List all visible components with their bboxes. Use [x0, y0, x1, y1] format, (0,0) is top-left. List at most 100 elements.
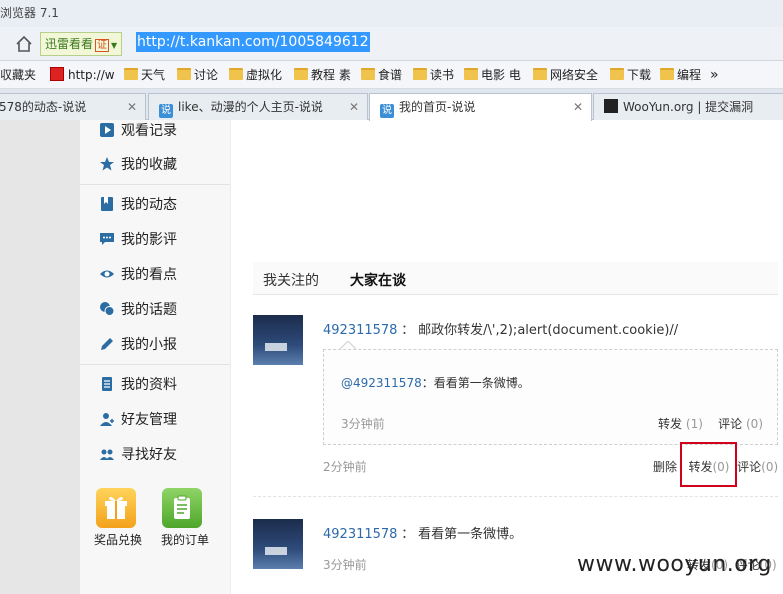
bookmark-label: 天气 — [141, 68, 166, 82]
bookmark-label: 网络安全 — [550, 68, 599, 82]
sidebar-item-friends-manage[interactable]: 好友管理 — [100, 409, 177, 431]
play-icon — [100, 123, 114, 137]
tab-label: 578的动态-说说 — [0, 100, 87, 114]
eye-icon — [100, 270, 114, 278]
sidebar-item-label: 我的影评 — [121, 232, 177, 248]
comment-count: (0) — [746, 417, 763, 431]
my-orders-label[interactable]: 我的订单 — [161, 531, 209, 548]
bookmark-folder[interactable]: 食谱 — [361, 66, 402, 84]
tab-item[interactable]: WooYun.org | 提交漏洞 — [593, 93, 783, 120]
post-username[interactable]: 492311578 — [323, 527, 397, 542]
sidebar-item-label: 我的动态 — [121, 197, 177, 213]
bookmark-label: 食谱 — [378, 68, 403, 82]
comment-button[interactable]: 评论(0) — [737, 460, 778, 474]
sidebar-item-reviews[interactable]: 我的影评 — [100, 229, 177, 251]
avatar[interactable] — [253, 519, 303, 569]
post-username[interactable]: 492311578 — [323, 323, 397, 338]
quoted-username[interactable]: @492311578 — [341, 376, 422, 390]
tab-everyone[interactable]: 大家在谈 — [350, 270, 406, 290]
sidebar-item-views[interactable]: 我的看点 — [100, 264, 177, 286]
sidebar-item-find-friends[interactable]: 寻找好友 — [100, 444, 177, 466]
my-orders-button[interactable] — [162, 488, 202, 528]
quoted-time: 3分钟前 — [341, 417, 385, 431]
bookmark-folder[interactable]: 电影 电 — [464, 66, 521, 84]
tab-following[interactable]: 我关注的 — [263, 270, 319, 290]
folder-icon — [294, 68, 308, 80]
bookmark-folder[interactable]: 天气 — [124, 66, 165, 84]
gift-exchange-button[interactable] — [96, 488, 136, 528]
bookmark-label: 虚拟化 — [246, 68, 283, 82]
post-time: 3分钟前 — [323, 558, 367, 572]
bookmark-icon — [101, 197, 113, 211]
quoted-content: @492311578：看看第一条微博。 — [341, 374, 530, 391]
folder-icon — [229, 68, 243, 80]
window-title: 浏览器 7.1 — [0, 6, 59, 20]
sidebar-item-history[interactable]: 观看记录 — [100, 120, 177, 142]
bookmarks-more-button[interactable]: » — [710, 66, 719, 84]
site-logo-icon: 说 — [159, 104, 173, 118]
gift-exchange-label[interactable]: 奖品兑换 — [94, 531, 142, 548]
bookmark-folder[interactable]: 读书 — [413, 66, 454, 84]
gift-icon — [105, 496, 127, 519]
bookmark-folder[interactable]: 网络安全 — [533, 66, 598, 84]
folder-icon — [610, 68, 624, 80]
sidebar-item-profile[interactable]: 我的资料 — [100, 374, 177, 396]
divider — [80, 364, 230, 365]
close-icon[interactable]: ✕ — [573, 94, 583, 120]
avatar[interactable] — [253, 315, 303, 365]
post-body: 492311578 ： 看看第一条微博。 — [323, 523, 522, 542]
quoted-text: ：看看第一条微博。 — [421, 376, 530, 390]
comment-label: 评论 — [718, 417, 743, 431]
xunlei-label: 迅雷看看 — [45, 37, 94, 51]
site-logo-icon: 说 — [380, 104, 394, 118]
sidebar-item-activity[interactable]: 我的动态 — [100, 194, 177, 216]
user-add-icon — [100, 413, 114, 426]
sidebar-item-favorites[interactable]: 我的收藏 — [100, 154, 177, 176]
sidebar-item-label: 我的资料 — [121, 377, 177, 393]
watermark: www.wooyun.org — [577, 552, 772, 577]
sidebar-item-topics[interactable]: 我的话题 — [100, 299, 177, 321]
close-icon[interactable]: ✕ — [349, 94, 359, 120]
bookmark-folder[interactable]: 编程 — [660, 66, 701, 84]
highlight-annotation — [680, 442, 737, 487]
quoted-comment-button[interactable]: 评论 (0) — [718, 417, 763, 431]
delete-button[interactable]: 删除 — [653, 460, 677, 474]
tab-item[interactable]: 说 like、动漫的个人主页-说说 ✕ — [148, 93, 368, 120]
post-body: 492311578 ： 邮政你转发/\',2);alert(document.c… — [323, 319, 678, 338]
sidebar-item-news[interactable]: 我的小报 — [100, 334, 177, 356]
xunlei-button[interactable]: 迅雷看看证 ▼ — [40, 32, 123, 56]
chat-icon — [100, 302, 114, 316]
address-bar: 迅雷看看证 ▼ http://t.kankan.com/1005849612 — [0, 27, 783, 61]
tab-item-active[interactable]: 说我的首页-说说 ✕ — [369, 93, 592, 121]
bookmarks-bar: 収藏夹 http://w 天气 讨论 虚拟化 教程 素 食谱 读书 电影 电 网… — [0, 61, 783, 89]
folder-icon — [464, 68, 478, 80]
document-icon — [102, 377, 112, 391]
bookmark-label: http://w — [68, 68, 115, 82]
folder-icon — [124, 68, 138, 80]
site-icon — [50, 67, 64, 81]
bookmark-folder[interactable]: 讨论 — [177, 66, 218, 84]
post-separator: ： — [401, 323, 415, 338]
certificate-badge: 证 — [95, 39, 110, 52]
bookmark-label: 収藏夹 — [0, 68, 37, 82]
comment-count: (0) — [761, 460, 779, 474]
folder-icon — [177, 68, 191, 80]
divider — [80, 184, 230, 185]
post-time: 2分钟前 — [323, 460, 367, 474]
bookmark-site[interactable]: http://w — [50, 66, 115, 84]
feed-tab-bar: 我关注的 大家在谈 — [253, 262, 778, 295]
url-field[interactable]: http://t.kankan.com/1005849612 — [136, 32, 370, 52]
forward-label: 转发 — [658, 417, 683, 431]
bookmark-folder[interactable]: 虚拟化 — [229, 66, 282, 84]
home-icon[interactable] — [14, 34, 34, 54]
bookmark-folder[interactable]: 下载 — [610, 66, 651, 84]
bookmark-folder[interactable]: 教程 素 — [294, 66, 351, 84]
quoted-forward-button[interactable]: 转发 (1) — [658, 417, 703, 431]
close-icon[interactable]: ✕ — [127, 94, 137, 120]
quoted-actions: 转发 (1) 评论 (0) — [658, 415, 763, 432]
tab-item[interactable]: 578的动态-说说 ✕ — [0, 93, 146, 120]
tab-label: like、动漫的个人主页-说说 — [178, 100, 323, 114]
bookmark-favorites[interactable]: 収藏夹 — [0, 66, 36, 84]
folder-icon — [361, 68, 375, 80]
page-margin — [0, 120, 80, 594]
